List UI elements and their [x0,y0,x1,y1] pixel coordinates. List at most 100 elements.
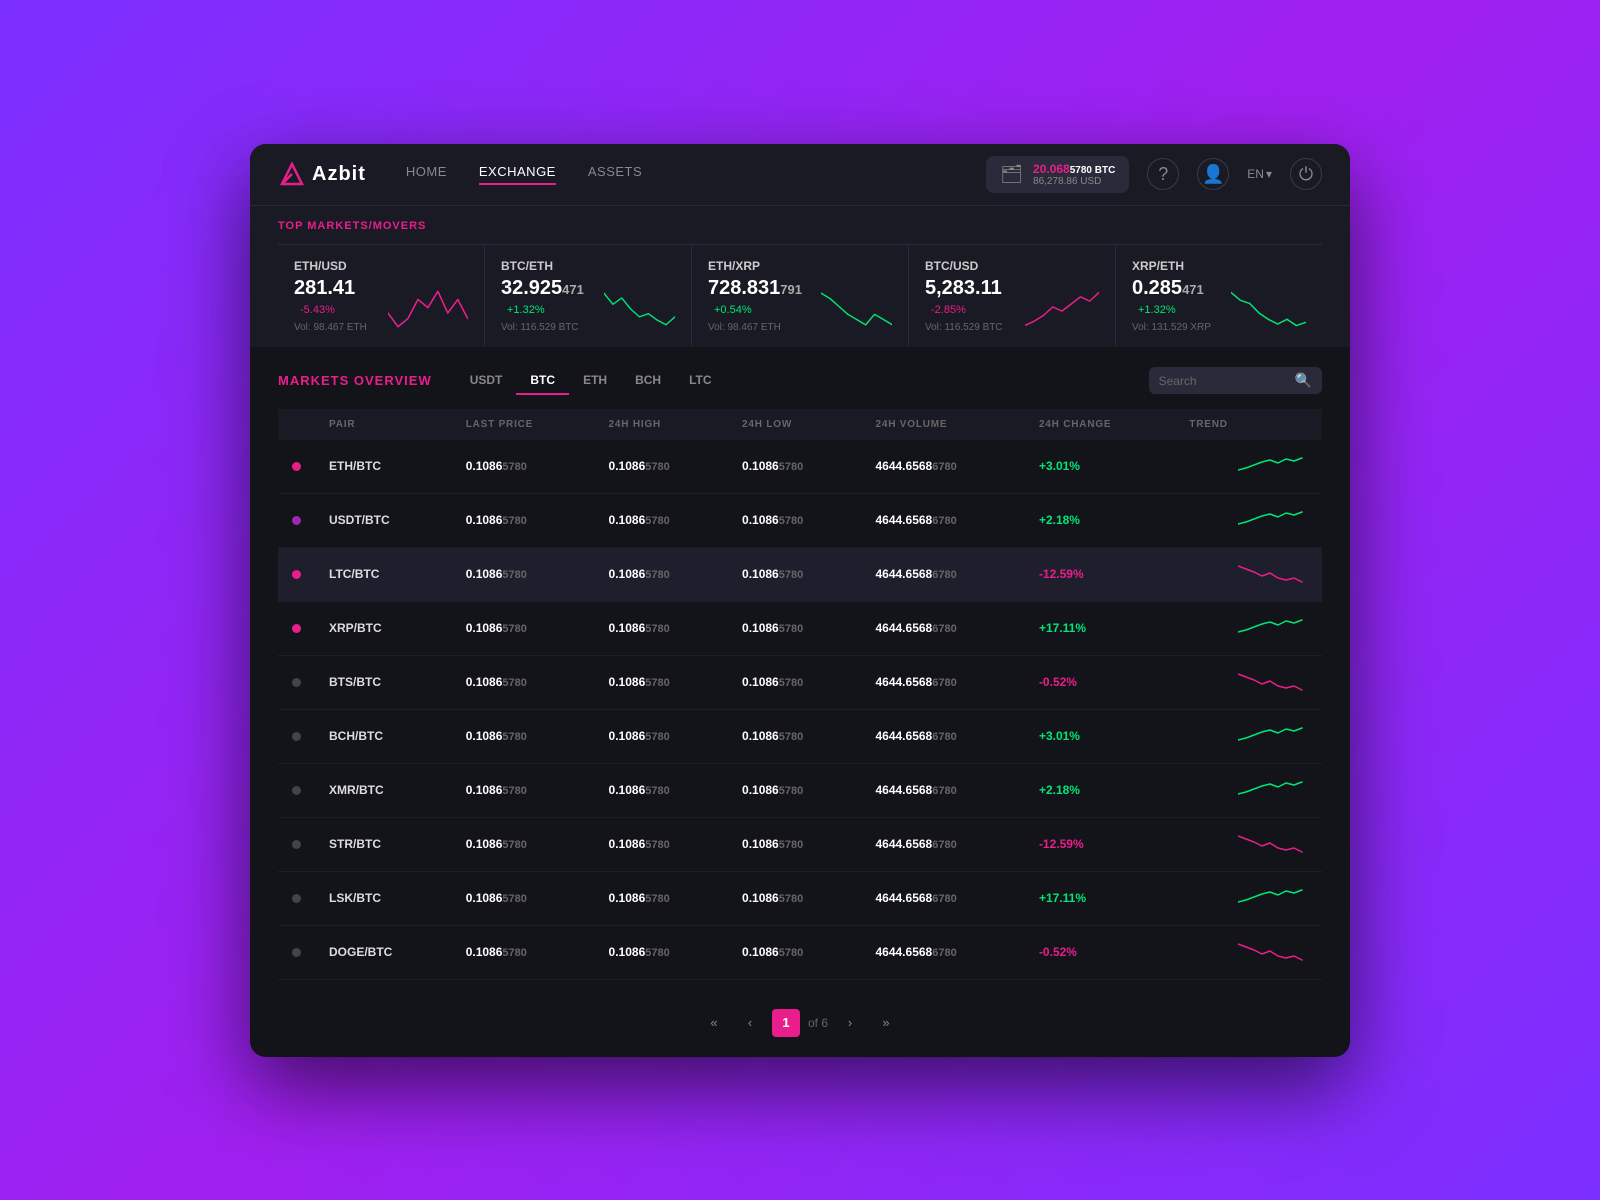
trend-sparkline [1238,828,1308,858]
mo-tab[interactable]: USDT [456,367,517,395]
table-row[interactable]: USDT/BTC 0.10865780 0.10865780 0.1086578… [278,493,1322,547]
pair-name-cell: LTC/BTC [315,547,452,601]
mo-tab[interactable]: ETH [569,367,621,395]
change-cell: -12.59% [1025,547,1175,601]
mc-pair: XRP/ETH [1132,259,1306,273]
logo-icon [278,160,306,188]
table-row[interactable]: BCH/BTC 0.10865780 0.10865780 0.10865780… [278,709,1322,763]
table-header-cell: PAIR [315,409,452,440]
nav-links: HOME EXCHANGE ASSETS [406,164,986,185]
nav-right: 🗂 20.0685780 BTC 86,278.86 USD ? 👤 EN ▾ … [986,156,1322,193]
trend-sparkline [1238,936,1308,966]
table-row[interactable]: LTC/BTC 0.10865780 0.10865780 0.10865780… [278,547,1322,601]
last-price-cell: 0.10865780 [452,763,595,817]
app-window: Azbit HOME EXCHANGE ASSETS 🗂 20.0685780 … [250,144,1350,1057]
user-button[interactable]: 👤 [1197,158,1229,190]
high-cell: 0.10865780 [595,493,728,547]
mo-tabs: USDTBTCETHBCHLTC [456,367,1149,395]
last-price-cell: 0.10865780 [452,871,595,925]
chevron-down-icon: ▾ [1266,167,1272,181]
low-cell: 0.10865780 [728,440,861,494]
trend-cell [1175,655,1322,709]
nav-home[interactable]: HOME [406,164,447,185]
wallet-info[interactable]: 🗂 20.0685780 BTC 86,278.86 USD [986,156,1129,193]
pair-name-cell: XRP/BTC [315,601,452,655]
pair-indicator [278,871,315,925]
table-row[interactable]: BTS/BTC 0.10865780 0.10865780 0.10865780… [278,655,1322,709]
volume-cell: 4644.65686780 [861,979,1024,989]
lang-button[interactable]: EN ▾ [1247,167,1272,181]
low-cell: 0.10865780 [728,925,861,979]
page-prev-btn[interactable]: ‹ [736,1009,764,1037]
mo-title: MARKETS OVERVIEW [278,373,432,388]
last-price-cell: 0.10865780 [452,817,595,871]
last-price-cell: 0.10865780 [452,979,595,989]
table-row[interactable]: ETH/BTC 0.10865780 0.10865780 0.10865780… [278,440,1322,494]
mc-vol: Vol: 98.467 ETH [294,322,388,333]
pair-name-cell: STR/BTC [315,817,452,871]
market-card[interactable]: ETH/XRP 728.831791 +0.54% Vol: 98.467 ET… [692,245,909,347]
page-last-btn[interactable]: » [872,1009,900,1037]
high-cell: 0.10865780 [595,709,728,763]
pair-name-cell: XMR/BTC [315,763,452,817]
mc-vol: Vol: 98.467 ETH [708,322,821,333]
logo-text: Azbit [312,163,366,186]
mc-price: 0.285471 [1132,281,1204,298]
mo-tab[interactable]: BTC [516,367,569,395]
page-current-btn[interactable]: 1 [772,1009,800,1037]
last-price-cell: 0.10865780 [452,493,595,547]
mc-price: 32.925471 [501,281,584,298]
high-cell: 0.10865780 [595,547,728,601]
pair-indicator [278,817,315,871]
market-card[interactable]: BTC/ETH 32.925471 +1.32% Vol: 116.529 BT… [485,245,692,347]
change-cell: +17.11% [1025,601,1175,655]
high-cell: 0.10865780 [595,440,728,494]
search-input[interactable] [1159,374,1289,388]
table-row[interactable]: LSK/BTC 0.10865780 0.10865780 0.10865780… [278,871,1322,925]
trend-cell [1175,547,1322,601]
trend-sparkline [1238,612,1308,642]
trend-cell [1175,763,1322,817]
table-row[interactable]: XMR/BTC 0.10865780 0.10865780 0.10865780… [278,763,1322,817]
nav-exchange[interactable]: EXCHANGE [479,164,556,185]
trend-cell [1175,493,1322,547]
search-box: 🔍 [1149,367,1322,394]
table-header-cell: LAST PRICE [452,409,595,440]
change-cell: -0.52% [1025,925,1175,979]
mo-tab[interactable]: BCH [621,367,675,395]
table-row[interactable]: STR/BTC 0.10865780 0.10865780 0.10865780… [278,817,1322,871]
table-header-cell: 24H CHANGE [1025,409,1175,440]
high-cell: 0.10865780 [595,871,728,925]
change-cell: +2.18% [1025,493,1175,547]
table-row[interactable]: SC/BTC 0.10865780 0.10865780 0.10865780 … [278,979,1322,989]
mc-vol: Vol: 131.529 XRP [1132,322,1231,333]
trend-cell [1175,709,1322,763]
page-first-btn[interactable]: « [700,1009,728,1037]
high-cell: 0.10865780 [595,979,728,989]
logo[interactable]: Azbit [278,160,366,188]
power-button[interactable]: ⏻ [1290,158,1322,190]
high-cell: 0.10865780 [595,763,728,817]
trend-sparkline [1238,558,1308,588]
mo-tab[interactable]: LTC [675,367,725,395]
low-cell: 0.10865780 [728,655,861,709]
page-next-btn[interactable]: › [836,1009,864,1037]
trend-cell [1175,440,1322,494]
last-price-cell: 0.10865780 [452,601,595,655]
table-header-cell: 24H HIGH [595,409,728,440]
pair-name-cell: BTS/BTC [315,655,452,709]
market-card[interactable]: ETH/USD 281.41 -5.43% Vol: 98.467 ETH [278,245,485,347]
pair-name-cell: SC/BTC [315,979,452,989]
change-cell: -0.52% [1025,655,1175,709]
table-row[interactable]: DOGE/BTC 0.10865780 0.10865780 0.1086578… [278,925,1322,979]
market-card[interactable]: XRP/ETH 0.285471 +1.32% Vol: 131.529 XRP [1116,245,1322,347]
market-card[interactable]: BTC/USD 5,283.11 -2.85% Vol: 116.529 BTC [909,245,1116,347]
nav-assets[interactable]: ASSETS [588,164,642,185]
change-cell: +3.01% [1025,979,1175,989]
table-row[interactable]: XRP/BTC 0.10865780 0.10865780 0.10865780… [278,601,1322,655]
low-cell: 0.10865780 [728,601,861,655]
table-header-cell: 24H VOLUME [861,409,1024,440]
help-button[interactable]: ? [1147,158,1179,190]
trend-sparkline [1238,450,1308,480]
pair-name-cell: ETH/BTC [315,440,452,494]
